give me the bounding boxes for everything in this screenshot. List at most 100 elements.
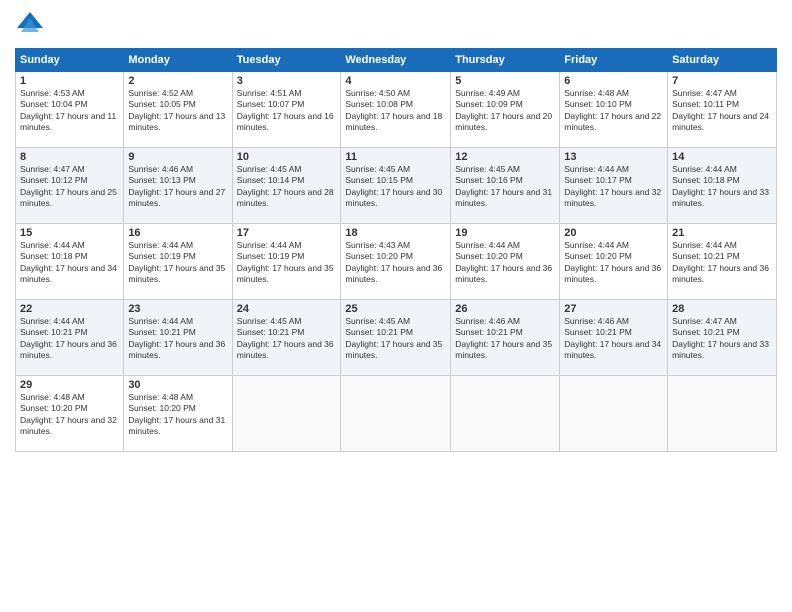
day-number: 22	[20, 303, 119, 315]
day-info: Sunrise: 4:49 AM Sunset: 10:09 PM Daylig…	[455, 88, 555, 134]
day-number: 26	[455, 303, 555, 315]
day-info: Sunrise: 4:50 AM Sunset: 10:08 PM Daylig…	[345, 88, 446, 134]
calendar-cell: 17Sunrise: 4:44 AM Sunset: 10:19 PM Dayl…	[232, 224, 341, 300]
day-info: Sunrise: 4:48 AM Sunset: 10:10 PM Daylig…	[564, 88, 663, 134]
day-number: 24	[237, 303, 337, 315]
day-number: 2	[128, 75, 227, 87]
calendar-header-saturday: Saturday	[668, 49, 777, 72]
calendar-header-thursday: Thursday	[451, 49, 560, 72]
day-number: 25	[345, 303, 446, 315]
day-number: 21	[672, 227, 772, 239]
day-number: 13	[564, 151, 663, 163]
calendar-cell	[451, 376, 560, 452]
day-info: Sunrise: 4:45 AM Sunset: 10:16 PM Daylig…	[455, 164, 555, 210]
day-info: Sunrise: 4:48 AM Sunset: 10:20 PM Daylig…	[20, 392, 119, 438]
day-info: Sunrise: 4:46 AM Sunset: 10:21 PM Daylig…	[455, 316, 555, 362]
day-info: Sunrise: 4:47 AM Sunset: 10:12 PM Daylig…	[20, 164, 119, 210]
calendar-cell: 3Sunrise: 4:51 AM Sunset: 10:07 PM Dayli…	[232, 72, 341, 148]
calendar-cell: 16Sunrise: 4:44 AM Sunset: 10:19 PM Dayl…	[124, 224, 232, 300]
day-number: 30	[128, 379, 227, 391]
calendar-cell: 10Sunrise: 4:45 AM Sunset: 10:14 PM Dayl…	[232, 148, 341, 224]
calendar-cell	[668, 376, 777, 452]
day-number: 1	[20, 75, 119, 87]
calendar-cell: 30Sunrise: 4:48 AM Sunset: 10:20 PM Dayl…	[124, 376, 232, 452]
calendar-header-row: SundayMondayTuesdayWednesdayThursdayFrid…	[16, 49, 777, 72]
day-number: 18	[345, 227, 446, 239]
day-info: Sunrise: 4:44 AM Sunset: 10:20 PM Daylig…	[564, 240, 663, 286]
calendar-week-5: 29Sunrise: 4:48 AM Sunset: 10:20 PM Dayl…	[16, 376, 777, 452]
day-info: Sunrise: 4:46 AM Sunset: 10:21 PM Daylig…	[564, 316, 663, 362]
calendar-header-tuesday: Tuesday	[232, 49, 341, 72]
logo-icon	[15, 10, 45, 40]
calendar-cell: 19Sunrise: 4:44 AM Sunset: 10:20 PM Dayl…	[451, 224, 560, 300]
calendar-header-wednesday: Wednesday	[341, 49, 451, 72]
day-info: Sunrise: 4:47 AM Sunset: 10:11 PM Daylig…	[672, 88, 772, 134]
logo	[15, 10, 49, 40]
calendar-cell: 21Sunrise: 4:44 AM Sunset: 10:21 PM Dayl…	[668, 224, 777, 300]
day-number: 10	[237, 151, 337, 163]
day-number: 5	[455, 75, 555, 87]
calendar-cell: 1Sunrise: 4:53 AM Sunset: 10:04 PM Dayli…	[16, 72, 124, 148]
day-number: 15	[20, 227, 119, 239]
day-number: 9	[128, 151, 227, 163]
day-number: 7	[672, 75, 772, 87]
day-info: Sunrise: 4:45 AM Sunset: 10:15 PM Daylig…	[345, 164, 446, 210]
calendar-cell: 23Sunrise: 4:44 AM Sunset: 10:21 PM Dayl…	[124, 300, 232, 376]
calendar-cell: 24Sunrise: 4:45 AM Sunset: 10:21 PM Dayl…	[232, 300, 341, 376]
calendar-week-3: 15Sunrise: 4:44 AM Sunset: 10:18 PM Dayl…	[16, 224, 777, 300]
calendar-cell: 28Sunrise: 4:47 AM Sunset: 10:21 PM Dayl…	[668, 300, 777, 376]
day-number: 14	[672, 151, 772, 163]
calendar-header-friday: Friday	[560, 49, 668, 72]
calendar-header-sunday: Sunday	[16, 49, 124, 72]
calendar-cell: 8Sunrise: 4:47 AM Sunset: 10:12 PM Dayli…	[16, 148, 124, 224]
day-info: Sunrise: 4:44 AM Sunset: 10:18 PM Daylig…	[20, 240, 119, 286]
day-number: 12	[455, 151, 555, 163]
calendar-cell: 2Sunrise: 4:52 AM Sunset: 10:05 PM Dayli…	[124, 72, 232, 148]
calendar-week-4: 22Sunrise: 4:44 AM Sunset: 10:21 PM Dayl…	[16, 300, 777, 376]
day-info: Sunrise: 4:45 AM Sunset: 10:21 PM Daylig…	[345, 316, 446, 362]
day-info: Sunrise: 4:44 AM Sunset: 10:21 PM Daylig…	[20, 316, 119, 362]
day-number: 28	[672, 303, 772, 315]
day-number: 6	[564, 75, 663, 87]
day-number: 4	[345, 75, 446, 87]
day-number: 8	[20, 151, 119, 163]
day-info: Sunrise: 4:51 AM Sunset: 10:07 PM Daylig…	[237, 88, 337, 134]
calendar-cell: 20Sunrise: 4:44 AM Sunset: 10:20 PM Dayl…	[560, 224, 668, 300]
day-info: Sunrise: 4:53 AM Sunset: 10:04 PM Daylig…	[20, 88, 119, 134]
day-number: 27	[564, 303, 663, 315]
page: SundayMondayTuesdayWednesdayThursdayFrid…	[0, 0, 792, 612]
header	[15, 10, 777, 40]
calendar-cell: 5Sunrise: 4:49 AM Sunset: 10:09 PM Dayli…	[451, 72, 560, 148]
calendar-cell	[232, 376, 341, 452]
day-number: 29	[20, 379, 119, 391]
day-number: 11	[345, 151, 446, 163]
day-info: Sunrise: 4:44 AM Sunset: 10:21 PM Daylig…	[128, 316, 227, 362]
day-info: Sunrise: 4:44 AM Sunset: 10:20 PM Daylig…	[455, 240, 555, 286]
calendar-cell: 25Sunrise: 4:45 AM Sunset: 10:21 PM Dayl…	[341, 300, 451, 376]
day-info: Sunrise: 4:44 AM Sunset: 10:19 PM Daylig…	[237, 240, 337, 286]
calendar-cell: 14Sunrise: 4:44 AM Sunset: 10:18 PM Dayl…	[668, 148, 777, 224]
calendar-cell: 4Sunrise: 4:50 AM Sunset: 10:08 PM Dayli…	[341, 72, 451, 148]
calendar-cell: 12Sunrise: 4:45 AM Sunset: 10:16 PM Dayl…	[451, 148, 560, 224]
calendar-cell: 22Sunrise: 4:44 AM Sunset: 10:21 PM Dayl…	[16, 300, 124, 376]
day-info: Sunrise: 4:45 AM Sunset: 10:14 PM Daylig…	[237, 164, 337, 210]
day-number: 23	[128, 303, 227, 315]
day-number: 3	[237, 75, 337, 87]
day-info: Sunrise: 4:47 AM Sunset: 10:21 PM Daylig…	[672, 316, 772, 362]
calendar-cell	[560, 376, 668, 452]
calendar-table: SundayMondayTuesdayWednesdayThursdayFrid…	[15, 48, 777, 452]
calendar-cell: 27Sunrise: 4:46 AM Sunset: 10:21 PM Dayl…	[560, 300, 668, 376]
day-info: Sunrise: 4:44 AM Sunset: 10:19 PM Daylig…	[128, 240, 227, 286]
day-info: Sunrise: 4:44 AM Sunset: 10:18 PM Daylig…	[672, 164, 772, 210]
calendar-header-monday: Monday	[124, 49, 232, 72]
calendar-cell: 7Sunrise: 4:47 AM Sunset: 10:11 PM Dayli…	[668, 72, 777, 148]
day-info: Sunrise: 4:46 AM Sunset: 10:13 PM Daylig…	[128, 164, 227, 210]
day-number: 16	[128, 227, 227, 239]
day-number: 19	[455, 227, 555, 239]
day-number: 17	[237, 227, 337, 239]
day-info: Sunrise: 4:43 AM Sunset: 10:20 PM Daylig…	[345, 240, 446, 286]
day-info: Sunrise: 4:44 AM Sunset: 10:21 PM Daylig…	[672, 240, 772, 286]
calendar-cell: 15Sunrise: 4:44 AM Sunset: 10:18 PM Dayl…	[16, 224, 124, 300]
calendar-cell: 6Sunrise: 4:48 AM Sunset: 10:10 PM Dayli…	[560, 72, 668, 148]
calendar-cell: 26Sunrise: 4:46 AM Sunset: 10:21 PM Dayl…	[451, 300, 560, 376]
